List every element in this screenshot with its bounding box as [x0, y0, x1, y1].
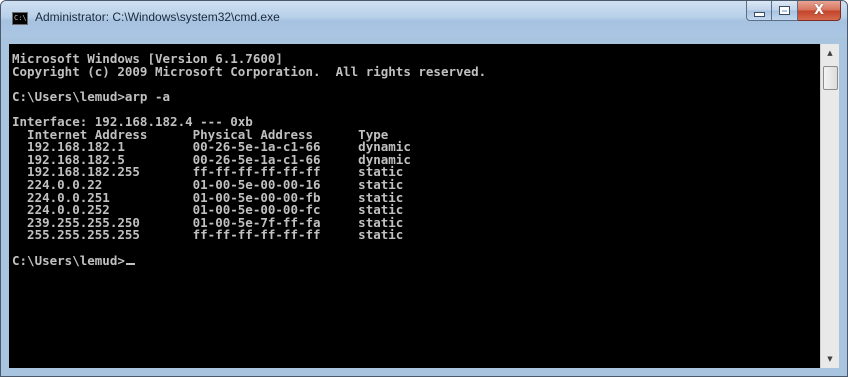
minimize-icon: [753, 11, 765, 17]
scroll-thumb[interactable]: [823, 66, 838, 90]
console-line: Copyright (c) 2009 Microsoft Corporation…: [12, 63, 487, 79]
console-lines: Microsoft Windows [Version 6.1.7600] Cop…: [12, 52, 487, 268]
title-bar[interactable]: C:\ Administrator: C:\Windows\system32\c…: [1, 1, 847, 37]
vertical-scrollbar[interactable]: ▲ ▼: [820, 44, 839, 368]
scroll-down-arrow-icon[interactable]: ▼: [821, 350, 839, 368]
window-title: Administrator: C:\Windows\system32\cmd.e…: [35, 10, 280, 24]
cmd-icon[interactable]: C:\: [12, 12, 28, 25]
close-button[interactable]: X: [798, 1, 841, 21]
caption-buttons: X: [746, 1, 841, 21]
console-line: 255.255.255.255 ff-ff-ff-ff-ff-ff static: [12, 227, 404, 243]
scroll-up-arrow-icon[interactable]: ▲: [821, 44, 839, 62]
console-output[interactable]: Microsoft Windows [Version 6.1.7600] Cop…: [9, 44, 820, 368]
prompt-text: C:\Users\lemud>: [12, 252, 125, 268]
close-icon: X: [813, 3, 825, 18]
prompt-line[interactable]: C:\Users\lemud>: [12, 252, 486, 268]
maximize-button[interactable]: [772, 1, 798, 21]
cmd-window: C:\ Administrator: C:\Windows\system32\c…: [0, 0, 848, 377]
text-cursor: [125, 262, 135, 265]
minimize-button[interactable]: [746, 1, 772, 21]
console-line: C:\Users\lemud>arp -a: [12, 88, 171, 104]
maximize-icon: [779, 6, 790, 15]
